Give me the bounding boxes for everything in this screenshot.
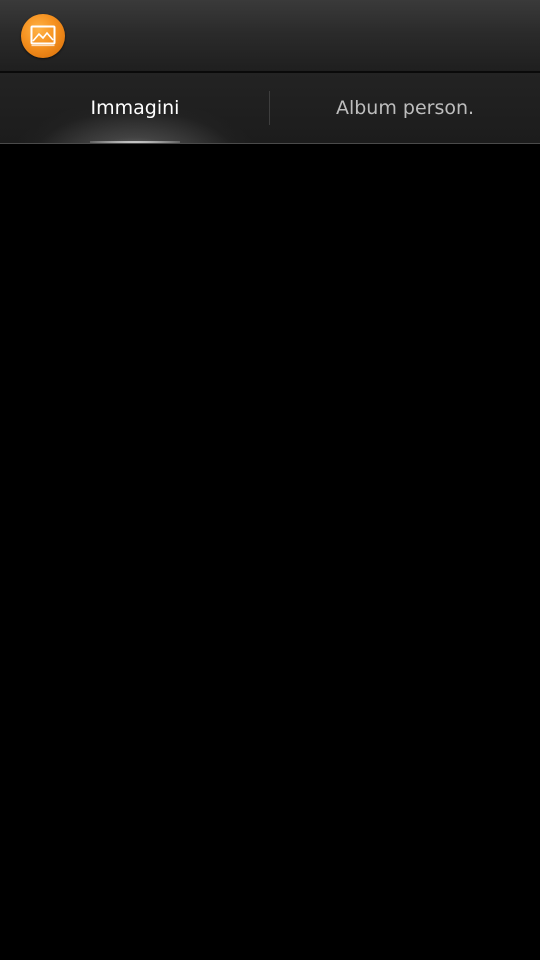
tab-label-immagini: Immagini — [90, 97, 180, 119]
screen: Immagini Album person. — [0, 0, 540, 960]
tab-bar: Immagini Album person. — [0, 73, 540, 143]
picture-icon — [30, 25, 56, 47]
tab-label-album-person: Album person. — [335, 97, 475, 119]
tab-immagini[interactable]: Immagini — [0, 73, 270, 143]
selected-tab-indicator — [90, 141, 180, 143]
action-bar — [0, 0, 540, 71]
gallery-app-icon[interactable] — [21, 14, 65, 58]
tab-separator — [269, 91, 270, 125]
tab-album-person[interactable]: Album person. — [270, 73, 540, 143]
content-area — [0, 144, 540, 960]
